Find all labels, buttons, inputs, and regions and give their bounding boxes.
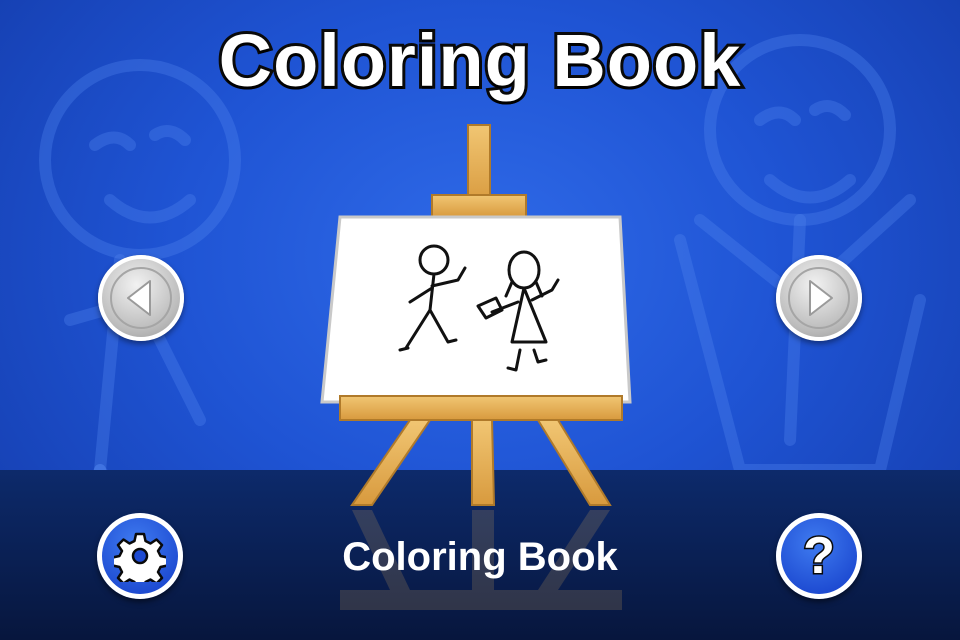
previous-button[interactable] [98, 255, 184, 341]
next-button[interactable] [776, 255, 862, 341]
question-mark-icon: ? [802, 527, 837, 585]
page-title: Coloring Book [216, 16, 744, 105]
help-button[interactable]: ? [776, 513, 862, 599]
right-arrow-icon [788, 267, 850, 329]
left-arrow-icon [110, 267, 172, 329]
